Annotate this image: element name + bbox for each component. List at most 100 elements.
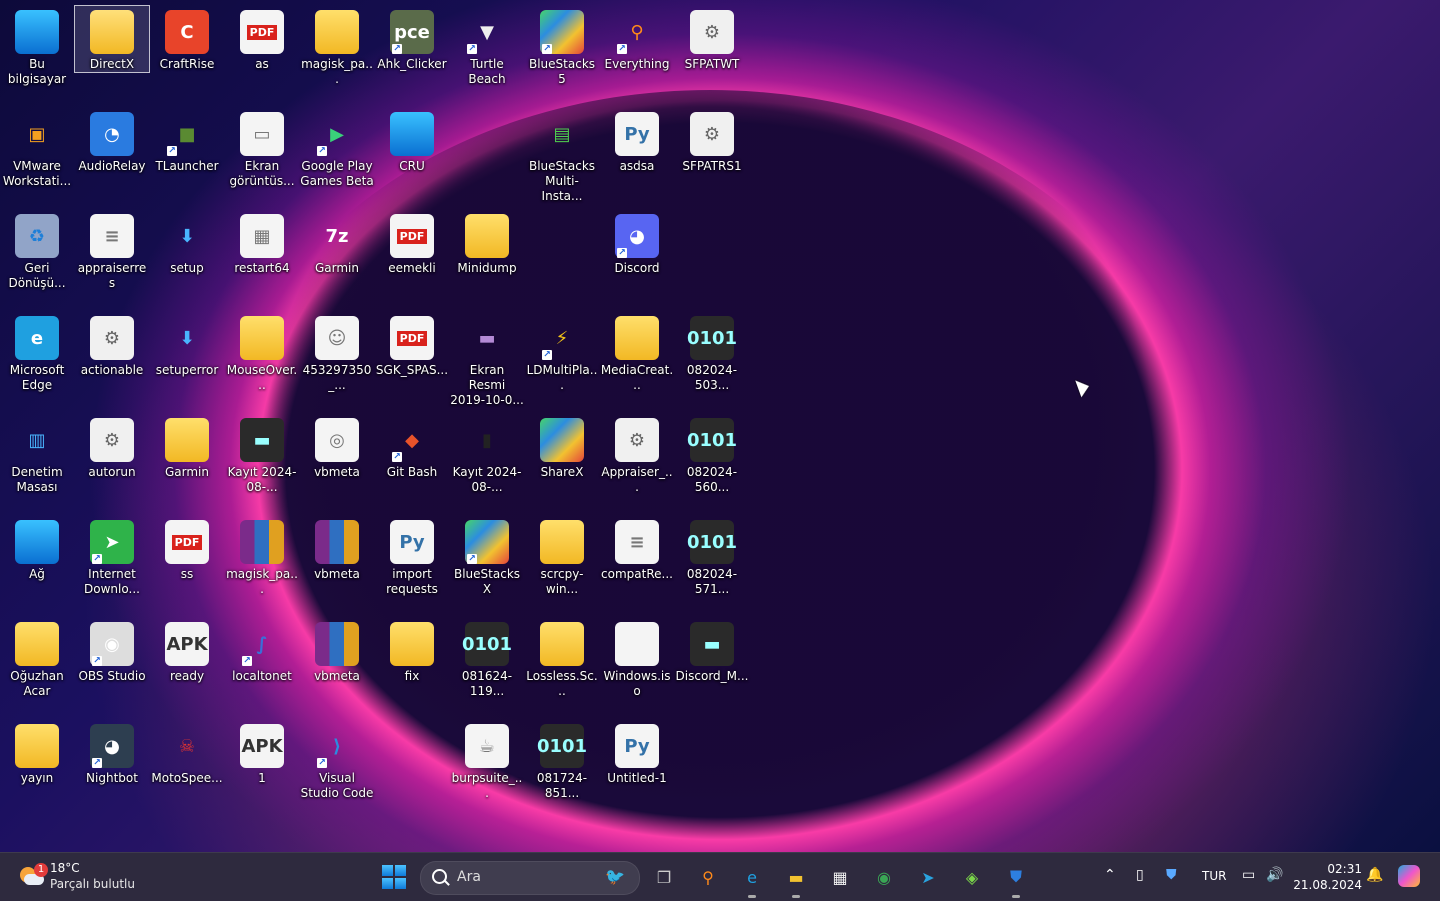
desktop-icon[interactable]: ▦ restart64 [225,210,299,276]
desktop-icon[interactable]: ▬ Kayıt 2024-08-... [225,414,299,495]
desktop-icon[interactable]: ▶ ↗ Google Play Games Beta [300,108,374,189]
edge-icon: e [747,867,757,887]
desktop-icon[interactable]: scrcpy-win... [525,516,599,597]
taskbar-app-everything[interactable]: ⚲ [694,863,722,891]
desktop-icon[interactable]: ShareX [525,414,599,480]
desktop-icon[interactable]: C CraftRise [150,6,224,72]
desktop-icon[interactable]: ∫ ↗ localtonet [225,618,299,684]
desktop-icon[interactable]: ■ ↗ TLauncher [150,108,224,174]
desktop-icon[interactable]: Oğuzhan Acar [0,618,74,699]
usb-icon[interactable]: ▯ [1136,867,1144,883]
desktop-icon[interactable]: APK ready [150,618,224,684]
desktop-icon[interactable]: ▭ Ekran görüntüs... [225,108,299,189]
desktop-icon[interactable]: yayın [0,720,74,786]
taskbar-app-microsoft-store[interactable]: ▦ [826,863,854,891]
desktop-icon[interactable]: 0101 081724-851... [525,720,599,801]
desktop-icon[interactable]: ↗ BlueStacks X [450,516,524,597]
desktop-icon[interactable]: Windows.iso [600,618,674,699]
desktop-icon[interactable]: pce ↗ Ahk_Clicker [375,6,449,72]
desktop-icon[interactable]: ⚙ SFPATRS1 [675,108,749,174]
weather-widget[interactable]: 1 18°C Parçalı bulutlu [14,859,164,895]
desktop-icon[interactable]: ▤ BlueStacks Multi-Insta... [525,108,599,204]
desktop-icon[interactable]: Py import requests [375,516,449,597]
desktop-icon[interactable]: ◉ ↗ OBS Studio [75,618,149,684]
desktop-icon[interactable]: ◕ ↗ Discord [600,210,674,276]
taskbar-app-telegram[interactable]: ➤ [914,863,942,891]
desktop-icon[interactable]: vbmeta [300,516,374,582]
desktop-icon[interactable]: ▥ Denetim Masası [0,414,74,495]
desktop-icon[interactable]: ☕ burpsuite_... [450,720,524,801]
show-hidden-icons[interactable]: ⌃ [1104,867,1116,883]
desktop-icon[interactable]: 0101 082024-571... [675,516,749,597]
desktop-icon[interactable]: Lossless.Sc... [525,618,599,699]
desktop-icon[interactable]: ⚲ ↗ Everything [600,6,674,72]
desktop-icon[interactable]: Py Untitled-1 [600,720,674,786]
taskbar-app-bluestacks[interactable]: ◈ [958,863,986,891]
desktop-icon[interactable]: ⚙ Appraiser_... [600,414,674,495]
desktop-icon[interactable]: Ağ [0,516,74,582]
taskbar-search[interactable]: Ara 🐦 [420,861,640,895]
desktop-icon[interactable]: MouseOver... [225,312,299,393]
desktop-icon[interactable]: ⚙ autorun [75,414,149,480]
desktop-icon[interactable]: Bu bilgisayar [0,6,74,87]
desktop-icon[interactable]: ◔ AudioRelay [75,108,149,174]
desktop-icon[interactable]: ☺ 453297350_... [300,312,374,393]
desktop-icon-label: Bu bilgisayar [7,57,67,86]
desktop-icon[interactable]: e Microsoft Edge [0,312,74,393]
desktop-icon[interactable]: PDF ss [150,516,224,582]
desktop-icon[interactable]: magisk_pa... [300,6,374,87]
copilot-icon[interactable] [1398,865,1420,887]
desktop-icon[interactable]: ▬ Discord_M... [675,618,749,684]
volume-icon[interactable]: 🔊 [1266,867,1283,883]
taskbar-app-defender[interactable]: ⛊ [1002,863,1030,898]
desktop[interactable]: Bu bilgisayar DirectX C CraftRise PDF as magis… [0,0,1440,852]
desktop-icon[interactable]: Minidump [450,210,524,276]
desktop-icon[interactable]: 0101 081624-119... [450,618,524,699]
desktop-icon[interactable]: Py asdsa [600,108,674,174]
desktop-icon[interactable]: ≡ appraiserres [75,210,149,291]
network-icon[interactable]: ▭ [1242,867,1255,883]
taskbar-app-task-view[interactable]: ❐ [650,863,678,891]
desktop-icon[interactable]: ⚙ actionable [75,312,149,378]
clock[interactable]: 02:31 21.08.2024 [1292,861,1362,893]
desktop-icon[interactable]: ▼ ↗ Turtle Beach [450,6,524,87]
start-button[interactable] [382,865,406,889]
desktop-icon[interactable]: 0101 082024-560... [675,414,749,495]
desktop-icon[interactable]: vbmeta [300,618,374,684]
desktop-icon[interactable]: PDF eemekli [375,210,449,276]
desktop-icon[interactable]: ☠ MotoSpee... [150,720,224,786]
desktop-icon[interactable]: magisk_pa... [225,516,299,597]
desktop-icon[interactable]: ♻ Geri Dönüşü... [0,210,74,291]
desktop-icon[interactable]: fix [375,618,449,684]
taskbar-app-file-explorer[interactable]: ▬ [782,863,810,898]
desktop-icon[interactable]: 7z Garmin [300,210,374,276]
desktop-icon[interactable]: ↗ BlueStacks 5 [525,6,599,87]
desktop-icon[interactable]: ➤ ↗ Internet Downlo... [75,516,149,597]
desktop-icon[interactable]: CRU [375,108,449,174]
desktop-icon[interactable]: ⚙ SFPATWT [675,6,749,72]
desktop-icon[interactable]: Garmin [150,414,224,480]
desktop-icon[interactable]: ▬ Ekran Resmi 2019-10-0... [450,312,524,408]
desktop-icon[interactable]: ≡ compatRe... [600,516,674,582]
desktop-icon[interactable]: PDF SGK_SPAS... [375,312,449,378]
taskbar-app-chrome[interactable]: ◉ [870,863,898,891]
desktop-icon[interactable]: ⟩ ↗ Visual Studio Code [300,720,374,801]
desktop-icon[interactable]: ▣ VMware Workstati... [0,108,74,189]
desktop-icon[interactable]: ◆ ↗ Git Bash [375,414,449,480]
desktop-icon[interactable]: ◎ vbmeta [300,414,374,480]
language-indicator[interactable]: TUR [1202,869,1226,883]
desktop-icon[interactable]: 0101 082024-503... [675,312,749,393]
icon-glyph: ⚲ [630,21,644,43]
desktop-icon[interactable]: ◕ ↗ Nightbot [75,720,149,786]
desktop-icon[interactable]: MediaCreat... [600,312,674,393]
desktop-icon[interactable]: ⚡ ↗ LDMultiPla... [525,312,599,393]
desktop-icon[interactable]: DirectX [74,5,150,73]
desktop-icon[interactable]: ⬇ setup [150,210,224,276]
desktop-icon[interactable]: PDF as [225,6,299,72]
security-tray-icon[interactable]: ⛊ [1166,867,1177,883]
taskbar-app-edge[interactable]: e [738,863,766,898]
desktop-icon[interactable]: APK 1 [225,720,299,786]
notification-bell-icon[interactable]: 🔔 [1366,867,1383,883]
desktop-icon[interactable]: ▮ Kayıt 2024-08-... [450,414,524,495]
desktop-icon[interactable]: ⬇ setuperror [150,312,224,378]
